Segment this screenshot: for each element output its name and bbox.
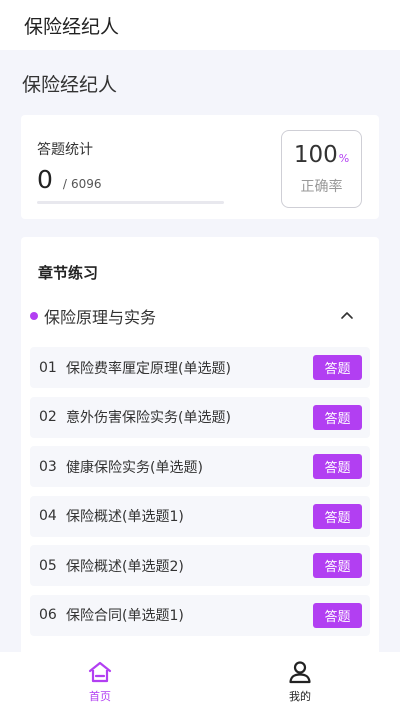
app-title: 保险经纪人: [24, 15, 120, 38]
section-dot-icon: [30, 312, 38, 320]
tab-home-label: 首页: [89, 690, 111, 703]
question-number: 04: [39, 508, 57, 525]
chapter-title: 章节练习: [38, 264, 99, 282]
question-name: 健康保险实务(单选题): [66, 459, 203, 476]
question-number: 02: [39, 409, 57, 426]
question-list: 01 保险费率厘定原理(单选题) 答题 02 意外伤害保险实务(单选题) 答题 03 健康保险…: [30, 347, 370, 645]
tab-home[interactable]: 首页: [0, 652, 200, 711]
question-item[interactable]: 03 健康保险实务(单选题) 答题: [30, 446, 370, 488]
app-topbar: 保险经纪人: [0, 0, 400, 50]
accuracy-unit: %: [338, 152, 350, 165]
question-name: 保险合同(单选题1): [66, 608, 184, 625]
question-item[interactable]: 06 保险合同(单选题1) 答题: [30, 594, 370, 636]
question-name: 保险概述(单选题2): [66, 558, 184, 575]
total-count: 6096: [70, 177, 102, 191]
chevron-up-icon[interactable]: [338, 307, 356, 325]
question-name: 保险概述(单选题1): [66, 509, 184, 526]
question-number: 06: [39, 607, 57, 624]
accuracy-label: 正确率: [300, 179, 343, 195]
question-item[interactable]: 01 保险费率厘定原理(单选题) 答题: [30, 347, 370, 388]
question-number: 01: [39, 359, 57, 376]
question-name: 保险费率厘定原理(单选题): [66, 360, 231, 377]
question-number: 05: [39, 557, 57, 574]
answer-button[interactable]: 答题: [313, 503, 362, 529]
question-number: 03: [39, 458, 57, 475]
stats-card: 答题统计 0 / 6096 100 % 正确率: [21, 115, 379, 219]
section-header[interactable]: 保险原理与实务: [30, 305, 370, 327]
bottom-tabbar: 首页 我的: [0, 652, 400, 711]
section-name: 保险原理与实务: [44, 308, 157, 327]
stats-count: 0 / 6096: [37, 165, 102, 194]
tab-mine[interactable]: 我的: [200, 652, 400, 711]
question-name: 意外伤害保险实务(单选题): [66, 410, 231, 427]
tab-mine-label: 我的: [289, 690, 311, 703]
count-separator: /: [62, 177, 67, 191]
question-item[interactable]: 05 保险概述(单选题2) 答题: [30, 545, 370, 587]
chapter-practice-card: 章节练习 保险原理与实务 01 保险费率厘定原理(单选题) 答题 02 意外伤害保险实务…: [21, 237, 379, 667]
home-icon: [88, 661, 112, 683]
answer-button[interactable]: 答题: [313, 553, 362, 579]
user-icon: [289, 661, 311, 684]
accuracy-number: 100: [293, 142, 338, 168]
answer-button[interactable]: 答题: [313, 355, 362, 380]
page-heading: 保险经纪人: [22, 74, 118, 96]
answered-count: 0: [37, 165, 53, 194]
question-item[interactable]: 02 意外伤害保险实务(单选题) 答题: [30, 396, 370, 438]
answer-button[interactable]: 答题: [313, 454, 362, 480]
progress-bar: [37, 201, 224, 204]
accuracy-box: 100 % 正确率: [281, 130, 362, 208]
answer-button[interactable]: 答题: [313, 404, 362, 430]
question-item[interactable]: 04 保险概述(单选题1) 答题: [30, 495, 370, 537]
stats-label: 答题统计: [37, 142, 93, 158]
answer-button[interactable]: 答题: [313, 602, 362, 628]
accuracy-value: 100 %: [282, 142, 361, 168]
